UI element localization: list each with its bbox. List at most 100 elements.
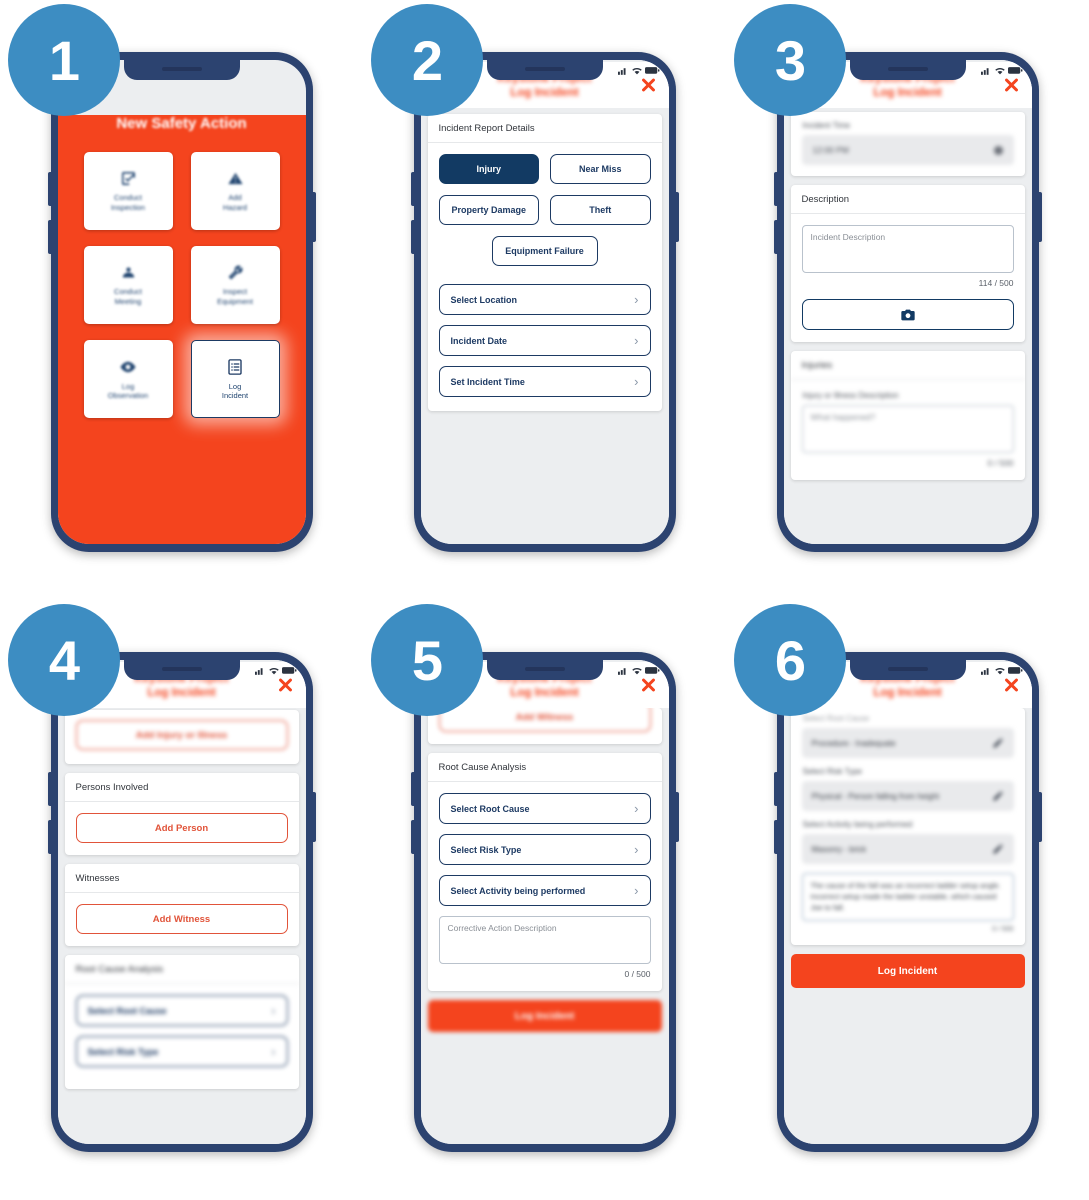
witnesses-card: Witnesses Add Witness [64, 864, 299, 946]
wifi-icon [631, 667, 642, 674]
phone-notch [849, 60, 966, 80]
battery-icon [281, 666, 296, 674]
root-cause-value: Procedure - Inadequate [811, 738, 896, 748]
form-scroll-area[interactable]: Keystone Project Log Incident Incident R… [420, 60, 669, 544]
form-scroll-area[interactable]: Keystone Project Log Incident Add Witnes… [420, 660, 669, 1144]
incident-date-row[interactable]: Incident Date › [438, 325, 651, 356]
battery-icon [644, 66, 659, 74]
card-body: Incident Time 12:00 PM [791, 112, 1025, 176]
status-bar [617, 660, 669, 680]
phone-notch [486, 60, 603, 80]
log-incident-submit-button[interactable]: Log Incident [427, 1000, 662, 1032]
phone-side-button [410, 220, 414, 254]
card-title: Witnesses [64, 864, 299, 893]
phone-side-button [47, 820, 51, 854]
incident-type-near-miss[interactable]: Near Miss [550, 154, 651, 184]
phone-screen-1: New Safety Action Conduct Inspection Add H… [57, 60, 306, 544]
add-witness-button[interactable]: Add Witness [75, 904, 288, 934]
injury-description-input[interactable]: What happened? [801, 405, 1014, 453]
row-label: Select Activity being performed [450, 885, 586, 896]
activity-value: Masonry - brick [811, 844, 867, 854]
tile-conduct-meeting[interactable]: Conduct Meeting [83, 246, 173, 324]
status-bar [980, 660, 1032, 680]
phone-frame-2: Keystone Project Log Incident Incident R… [410, 52, 679, 552]
tile-label: Log Incident [221, 381, 249, 401]
row-label: Set Incident Time [450, 376, 525, 387]
add-person-button[interactable]: Add Person [75, 813, 288, 843]
camera-icon [900, 309, 915, 320]
log-incident-submit-button[interactable]: Log Incident [790, 954, 1025, 988]
eye-icon [120, 361, 136, 372]
phone-screen-4: Keystone Project Log Incident Add Injury… [57, 660, 306, 1144]
tile-log-observation[interactable]: Log Observation [83, 340, 173, 418]
tile-conduct-inspection[interactable]: Conduct Inspection [83, 152, 173, 230]
select-root-cause-row[interactable]: Select Root Cause › [75, 995, 288, 1026]
step-badge-5: 5 [371, 604, 483, 716]
form-scroll-area[interactable]: Keystone Project Log Incident Add Injury… [57, 660, 306, 1144]
select-risk-type-row[interactable]: Select Risk Type › [75, 1036, 288, 1067]
incident-description-input[interactable]: Incident Description [801, 225, 1014, 273]
signal-icon [617, 67, 626, 75]
corrective-action-input[interactable]: The cause of the fall was an incorrect l… [801, 873, 1014, 921]
chevron-right-icon: › [634, 842, 639, 857]
status-bar [980, 60, 1032, 80]
incident-type-row-1: Injury Near Miss [438, 154, 651, 184]
root-cause-value-field[interactable]: Procedure - Inadequate [801, 728, 1014, 758]
tile-label: Conduct Meeting [114, 287, 142, 306]
card-body: Incident Description 114 / 500 [791, 214, 1025, 342]
form-scroll-area[interactable]: Keystone Project Log Incident Select Roo… [783, 660, 1032, 1144]
corrective-action-input[interactable]: Corrective Action Description [438, 916, 651, 964]
select-root-cause-row[interactable]: Select Root Cause › [438, 793, 651, 824]
add-witness-button[interactable]: Add Witness [438, 708, 651, 732]
incident-report-details-card: Incident Report Details Injury Near Miss… [427, 114, 662, 411]
incident-type-theft[interactable]: Theft [550, 195, 651, 225]
pencil-icon [993, 844, 1002, 854]
select-risk-type-row[interactable]: Select Risk Type › [438, 834, 651, 865]
chevron-right-icon: › [634, 333, 639, 348]
incident-time-field[interactable]: 12:00 PM [801, 135, 1014, 165]
card-title: Persons Involved [64, 773, 299, 802]
root-cause-analysis-card: Root Cause Analysis Select Root Cause › … [427, 753, 662, 991]
step-6-cell: 6 Keystone Project Log Incident [726, 600, 1089, 1200]
phone-screen-5: Keystone Project Log Incident Add Witnes… [420, 660, 669, 1144]
tile-label: Inspect Equipment [217, 287, 253, 306]
card-title: Description [790, 185, 1025, 214]
tile-inspect-equipment[interactable]: Inspect Equipment [190, 246, 280, 324]
status-bar [617, 60, 669, 80]
page-title: New Safety Action [116, 115, 247, 132]
add-injury-or-illness-button[interactable]: Add Injury or Illness [75, 720, 288, 750]
incident-type-equipment-failure[interactable]: Equipment Failure [491, 236, 598, 266]
speaker-grille [524, 667, 565, 671]
set-incident-time-row[interactable]: Set Incident Time › [438, 366, 651, 397]
tile-log-incident[interactable]: Log Incident [190, 340, 280, 418]
incident-type-row-2: Property Damage Theft [438, 195, 651, 225]
signal-icon [254, 667, 263, 675]
step-badge-1: 1 [8, 4, 120, 116]
speaker-grille [161, 667, 202, 671]
root-cause-label: Select Root Cause [802, 714, 870, 723]
activity-value-field[interactable]: Masonry - brick [801, 834, 1014, 864]
tile-add-hazard[interactable]: Add Hazard [190, 152, 280, 230]
phone-screen-3: Keystone Project Log Incident Incident T… [783, 60, 1032, 544]
risk-type-value-field[interactable]: Physical - Person falling from height [801, 781, 1014, 811]
clock-icon [993, 145, 1003, 155]
incident-type-property-damage[interactable]: Property Damage [438, 195, 539, 225]
form-scroll-area[interactable]: Keystone Project Log Incident Incident T… [783, 60, 1032, 544]
battery-icon [1007, 66, 1022, 74]
activity-label: Select Activity being performed [802, 820, 913, 829]
row-label: Select Root Cause [450, 803, 530, 814]
list-document-icon [228, 358, 242, 375]
warning-triangle-icon [227, 172, 243, 185]
select-location-row[interactable]: Select Location › [438, 284, 651, 315]
wifi-icon [994, 667, 1005, 674]
step-badge-6: 6 [734, 604, 846, 716]
card-body: Add Witness [428, 708, 662, 744]
pencil-icon [993, 791, 1002, 801]
select-activity-row[interactable]: Select Activity being performed › [438, 875, 651, 906]
phone-notch [123, 60, 240, 80]
incident-type-injury[interactable]: Injury [438, 154, 539, 184]
row-label: Select Risk Type [450, 844, 522, 855]
incident-time-card: Incident Time 12:00 PM [790, 112, 1025, 176]
add-photo-button[interactable] [801, 299, 1014, 330]
phone-side-button [773, 220, 777, 254]
